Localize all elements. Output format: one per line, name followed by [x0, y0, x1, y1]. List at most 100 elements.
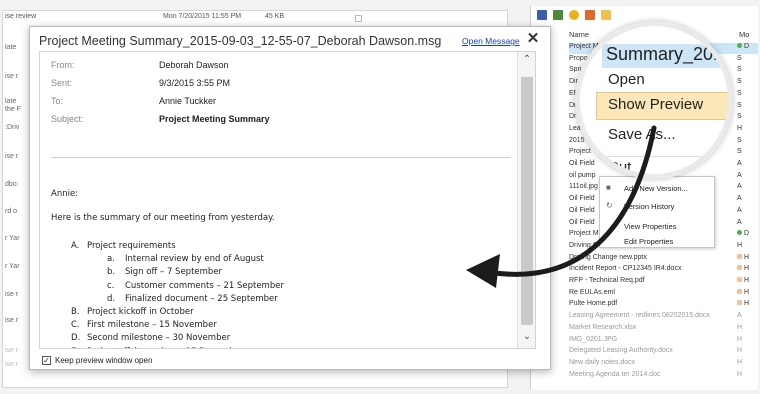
file-modified: S [737, 102, 742, 109]
grid-icon[interactable] [537, 10, 547, 20]
preview-title: Project Meeting Summary_2015-09-03_12-55… [39, 34, 442, 48]
mail-row[interactable]: ise review Mon 7/20/2015 11:55 PM 45 KB [3, 13, 507, 25]
header-divider [51, 157, 511, 158]
scroll-down-icon[interactable]: ⌄ [522, 332, 532, 342]
file-name: Project M [569, 230, 599, 238]
mail-row-fragment: ise r [5, 317, 19, 324]
file-modified: A [737, 160, 742, 167]
file-modified-text: A [737, 218, 742, 226]
zoom-magnifier: Summary_201 Open Show Preview Save As...… [575, 21, 733, 179]
file-modified-text: A [737, 160, 742, 167]
menu-show-preview[interactable]: Show Preview [608, 96, 703, 113]
file-row[interactable]: Driving Change new.pptx H [569, 253, 758, 265]
mail-row-fragment: dbo: [5, 181, 19, 188]
outline-text: Project offsite review – 15 December [87, 347, 243, 348]
keep-open-label: Keep preview window open [55, 355, 153, 365]
file-modified: S [737, 148, 742, 155]
file-modified-text: A [737, 183, 742, 191]
file-modified-text: H [737, 370, 743, 378]
file-modified-text: H [744, 288, 750, 296]
column-name[interactable]: Name [569, 30, 589, 39]
open-message-link[interactable]: Open Message [462, 36, 520, 46]
mail-row-fragment: :Driv [5, 124, 20, 131]
mail-row-fragment: ise r [5, 291, 19, 298]
file-row[interactable]: RFP - Technical Req.pdf H [569, 277, 758, 288]
menu-view-properties[interactable]: View Properties [624, 222, 676, 231]
envelope-icon[interactable] [601, 10, 611, 20]
mail-row-fragment: ise r [5, 73, 19, 80]
file-modified-text: S [737, 148, 742, 156]
outline-text: Project kickoff in October [87, 307, 194, 317]
preview-scrollbar[interactable]: ⌃ ⌄ [517, 52, 535, 348]
file-row[interactable]: Incident Report - CP12345 IR4.docx H [569, 265, 758, 276]
file-modified: S [737, 90, 742, 97]
column-modified[interactable]: Mo [739, 30, 749, 39]
file-row[interactable]: Pulte Home.pdf H [569, 300, 758, 311]
menu-version-history[interactable]: Version History [624, 202, 674, 211]
file-modified: D [737, 230, 749, 237]
file-modified-text: H [737, 124, 743, 132]
outline-marker: A. [71, 241, 80, 251]
header-label: Sent: [51, 78, 73, 88]
file-row[interactable]: Re EULAs.eml H [569, 288, 758, 300]
outline-text: First milestone – 15 November [87, 320, 217, 331]
preview-window: Project Meeting Summary_2015-09-03_12-55… [29, 26, 551, 370]
file-modified: H [737, 359, 742, 366]
file-modified: A [737, 207, 742, 214]
menu-save-as[interactable]: Save As... [608, 126, 676, 143]
scroll-thumb[interactable] [521, 77, 533, 325]
file-modified: H [737, 300, 749, 307]
outline-marker: C. [71, 320, 80, 331]
file-modified-text: D [744, 230, 750, 238]
file-row[interactable]: Market Research.xlsx H [569, 324, 758, 335]
file-modified: S [737, 113, 742, 120]
chart-icon[interactable] [585, 10, 595, 20]
file-modified: A [737, 312, 742, 319]
header-value: Annie Tuckker [159, 96, 217, 106]
menu-add-new-version[interactable]: Add New Version... [624, 184, 688, 193]
file-name: Dr [569, 113, 577, 121]
file-modified-text: S [737, 136, 742, 144]
file-row[interactable]: New daily notes.docx H [569, 359, 758, 370]
status-dot-icon [737, 43, 742, 48]
file-modified-text: S [737, 78, 742, 86]
file-modified-text: H [737, 323, 743, 331]
outline-marker: c. [107, 280, 115, 291]
mail-row-fragment: ise r [5, 361, 19, 368]
preview-body: From: Deborah Dawson Sent: 9/3/2015 3:55… [39, 51, 536, 349]
folder-icon[interactable] [553, 10, 563, 20]
status-dot-icon [737, 277, 742, 282]
file-name: Meeting Agenda ter 2014.doc [569, 370, 661, 378]
file-modified: A [737, 219, 742, 226]
message-intro: Here is the summary of our meeting from … [51, 213, 275, 223]
scroll-up-icon[interactable]: ⌃ [522, 55, 532, 65]
file-modified-text: A [737, 312, 742, 320]
menu-open[interactable]: Open [608, 71, 645, 88]
file-row[interactable]: Delegated Leasing Authority.docx H [569, 347, 758, 358]
status-dot-icon [737, 288, 742, 294]
file-modified: H [737, 265, 749, 272]
menu-edit-properties[interactable]: Edit Properties [624, 237, 673, 246]
header-value: 9/3/2015 3:55 PM [159, 78, 231, 88]
star-icon[interactable] [569, 10, 579, 20]
mail-flag-checkbox[interactable] [355, 15, 362, 22]
outline-text: Customer comments – 21 September [125, 280, 284, 291]
keep-open-checkbox[interactable]: ✓ [42, 355, 51, 365]
file-row[interactable]: IMG_0201.JPG H [569, 336, 758, 347]
file-row[interactable]: Meeting Agenda ter 2014.doc H [569, 371, 758, 382]
status-dot-icon [737, 230, 742, 236]
mail-date: Mon 7/20/2015 11:55 PM [163, 13, 242, 20]
menu-separator [596, 156, 728, 157]
mail-row-fragment: ise r [5, 347, 19, 354]
menu-cut[interactable]: Cut [608, 159, 631, 174]
file-modified: A [737, 172, 742, 179]
outline-marker: B. [71, 307, 80, 317]
mail-row-fragment: rd o [5, 208, 18, 215]
status-dot-icon [737, 265, 742, 271]
file-row[interactable]: Leasing Agreement - redlines 08202015.do… [569, 312, 758, 323]
mail-row-fragment: late [5, 98, 17, 105]
close-icon[interactable]: ✕ [525, 31, 541, 47]
outline-text: Project requirements [87, 241, 176, 251]
outline-text: Sign off – 7 September [125, 267, 223, 278]
mail-row-fragment: r Yar [5, 235, 20, 242]
